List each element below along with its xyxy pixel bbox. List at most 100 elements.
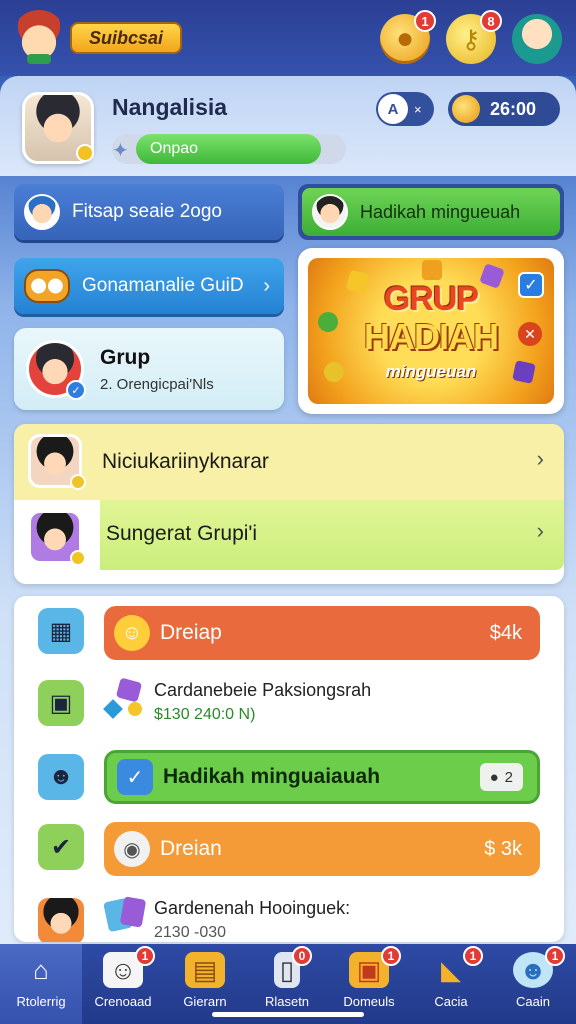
cube-icon: ▦ [38,608,84,654]
nav-label: Domeuls [343,994,395,1009]
close-icon[interactable]: ✕ [518,322,542,346]
box-icon: ▣ 1 [349,946,401,988]
notification-badge: 8 [480,10,502,32]
grup-title: Grup [100,346,151,369]
folder-check-icon: ✔ [38,824,84,870]
pill-suffix: × [414,101,422,117]
notification-badge: 0 [292,946,312,966]
feed-subtext: $130 240:0 N) [154,706,256,723]
gem-icon [103,677,146,720]
fitsap-button[interactable]: Fitsap seaie 2ogo [14,184,284,240]
notification-badge: 1 [414,10,436,32]
nav-label: Cacia [434,994,468,1009]
app-logo[interactable]: Suibcsai [70,22,182,54]
cat-icon: ☺ 1 [103,946,155,988]
checkbox-icon[interactable]: ✓ [518,272,544,298]
nav-label: Rtolerrig [16,994,66,1009]
feed-label: Dreian [160,837,222,860]
nav-label: Crenoaad [94,994,152,1009]
banner-art: GRUP HADIAH mingueuan ✓ ✕ [308,258,554,404]
face-icon [24,194,60,230]
chevron-right-icon: › [536,446,544,471]
feed-subtext: 2130 -030 [154,924,227,941]
grup-subtitle: 2. Orengicpai'Nls [100,376,214,393]
coin-glyph: ● [395,22,415,55]
gift-icon: ▣ [38,680,84,726]
gonamanalie-button[interactable]: Gonamanalie GuiD › [14,258,284,314]
gonamanalie-label: Gonamanalie GuiD [82,275,244,296]
level-label: Onpao [150,140,199,157]
mask-icon [24,269,70,303]
home-indicator [212,1012,364,1017]
phone-icon: ▯ 0 [274,946,312,988]
feed-amount: $4k [489,621,522,644]
feed-pill-hadikah[interactable]: ✓ Hadikah minguaiauah ● 2 [104,750,540,804]
list-item[interactable] [14,424,564,500]
fitsap-label: Fitsap seaie 2ogo [72,201,222,222]
nav-item-home[interactable]: ⌂ Rtolerrig [0,944,82,1024]
feed-text: Gardenenah Hooinguek: [154,898,351,918]
coin-balance-pill[interactable]: 26:00 [448,92,560,126]
feed-text: Cardanebeie Paksiongsrah [154,680,372,700]
coin-icon [452,95,480,123]
person-icon[interactable] [512,14,562,64]
feed-label: Hadikah minguaiauah [163,765,381,788]
card-icon [103,896,147,936]
key-icon[interactable]: ⚷ 8 [446,10,502,64]
list-item-label: Sungerat Grupi'i [106,522,258,545]
horn-icon: ◣ 1 [431,946,483,988]
top-bar: Suibcsai ● 1 ⚷ 8 [0,0,576,76]
feed-amount: $ 3k [484,837,522,860]
profile-name: Nangalisia [112,94,228,120]
avatar [38,898,84,942]
coin-balance: 26:00 [490,98,537,119]
currency-a-pill[interactable]: A × [376,92,434,126]
camera-icon: ◉ [114,831,150,867]
chevron-right-icon: › [263,274,270,297]
person-icon: ☻ [38,754,84,800]
nav-label: Gierarn [183,994,227,1009]
verified-icon [76,144,94,162]
hadikah-button[interactable]: Hadikah mingueuah [298,184,564,240]
grup-card[interactable]: ✓ Grup 2. Orengicpai'Nls [14,328,284,410]
face-icon [312,194,348,230]
notification-badge: 1 [381,946,401,966]
banner-line2: HADIAH [364,316,499,357]
hadikah-label: Hadikah mingueuah [360,201,521,222]
count-badge: ● 2 [479,763,523,791]
feed-label: Dreiap [160,621,222,644]
nav-item-cacia[interactable]: ◣ 1 Cacia [410,944,492,1024]
check-icon: ✓ [66,380,86,400]
home-icon: ⌂ [33,954,49,985]
chest-icon: ▤ [185,952,225,988]
notification-badge: 1 [545,946,565,966]
key-glyph: ⚷ [461,23,481,54]
coin-icon[interactable]: ● 1 [380,10,436,64]
nav-label: Caain [516,994,550,1009]
gem-icon [422,260,442,280]
cat-face-icon: ☺ [114,615,150,651]
nav-item-crenoaad[interactable]: ☺ 1 Crenoaad [82,944,164,1024]
list-card: Niciukariinyknarar › Sungerat Grupi'i › [14,424,564,584]
status-dot-icon [70,474,86,490]
feed-pill-dreiap[interactable]: ☺ Dreiap $4k [104,606,540,660]
status-dot-icon [70,550,86,566]
logo-avatar-icon [12,10,66,64]
feed-card: ▦ ☺ Dreiap $4k ▣ Cardanebeie Paksiongsra… [14,596,564,942]
avatar-icon: ☻ 1 [513,946,565,988]
banner-line3: mingueuan [385,362,477,381]
notification-badge: 1 [463,946,483,966]
count-value: 2 [504,768,513,786]
check-icon: ✓ [117,759,153,795]
chevron-right-icon: › [536,518,544,543]
list-item-label: Niciukariinyknarar [102,450,269,473]
chat-icon: ● [489,768,499,786]
letter-a-icon: A [378,94,408,124]
level-progress-bar [112,134,346,164]
grup-hadiah-banner[interactable]: GRUP HADIAH mingueuan ✓ ✕ [298,248,564,414]
star-icon: ✦ [112,140,129,162]
notification-badge: 1 [135,946,155,966]
nav-label: Rlasetn [264,994,310,1009]
nav-item-caain[interactable]: ☻ 1 Caain [492,944,574,1024]
feed-pill-dreian[interactable]: ◉ Dreian $ 3k [104,822,540,876]
